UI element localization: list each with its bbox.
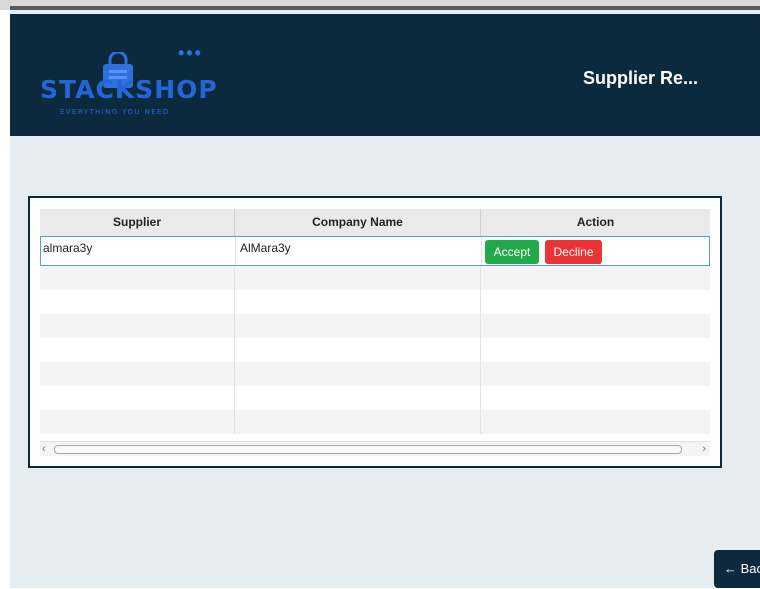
horizontal-scrollbar[interactable]: ‹ › [40, 441, 710, 456]
empty-table-row [40, 290, 710, 314]
page-title: Supplier Re... [583, 68, 699, 88]
accept-button[interactable]: Accept [485, 240, 539, 264]
logo-dots: ••• [178, 43, 203, 63]
empty-table-row [40, 266, 710, 290]
back-button[interactable]: ← Bac [714, 550, 760, 588]
company-name-cell: AlMara3y [236, 237, 482, 265]
scrollbar-thumb[interactable] [54, 445, 682, 454]
column-header-supplier[interactable]: Supplier [40, 209, 235, 236]
logo-tagline: EVERYTHING YOU NEED [60, 108, 170, 116]
supplier-requests-table: Supplier Company Name Action almara3y Al… [40, 209, 710, 456]
empty-table-row [40, 338, 710, 362]
column-header-action[interactable]: Action [481, 209, 710, 236]
empty-table-row [40, 362, 710, 386]
decline-button[interactable]: Decline [545, 240, 602, 264]
empty-table-row [40, 314, 710, 338]
table-row[interactable]: almara3y AlMara3y Accept Decline [40, 236, 710, 266]
scroll-right-icon[interactable]: › [702, 442, 706, 456]
empty-table-row [40, 386, 710, 410]
app-window: ••• STACKSHOP EVERYTHING YOU NEED Suppli… [10, 10, 760, 588]
scroll-left-icon[interactable]: ‹ [42, 442, 46, 456]
header-bar: ••• STACKSHOP EVERYTHING YOU NEED Suppli… [10, 14, 760, 136]
action-cell: Accept Decline [482, 237, 711, 265]
supplier-requests-panel: Supplier Company Name Action almara3y Al… [28, 196, 722, 468]
stackshop-logo: ••• STACKSHOP EVERYTHING YOU NEED [40, 43, 217, 126]
table-header: Supplier Company Name Action [40, 209, 710, 237]
column-header-company-name[interactable]: Company Name [235, 209, 481, 236]
empty-table-row [40, 410, 710, 434]
window-top-strip [0, 0, 760, 10]
supplier-cell: almara3y [41, 237, 236, 265]
logo-text: STACKSHOP [40, 75, 218, 104]
